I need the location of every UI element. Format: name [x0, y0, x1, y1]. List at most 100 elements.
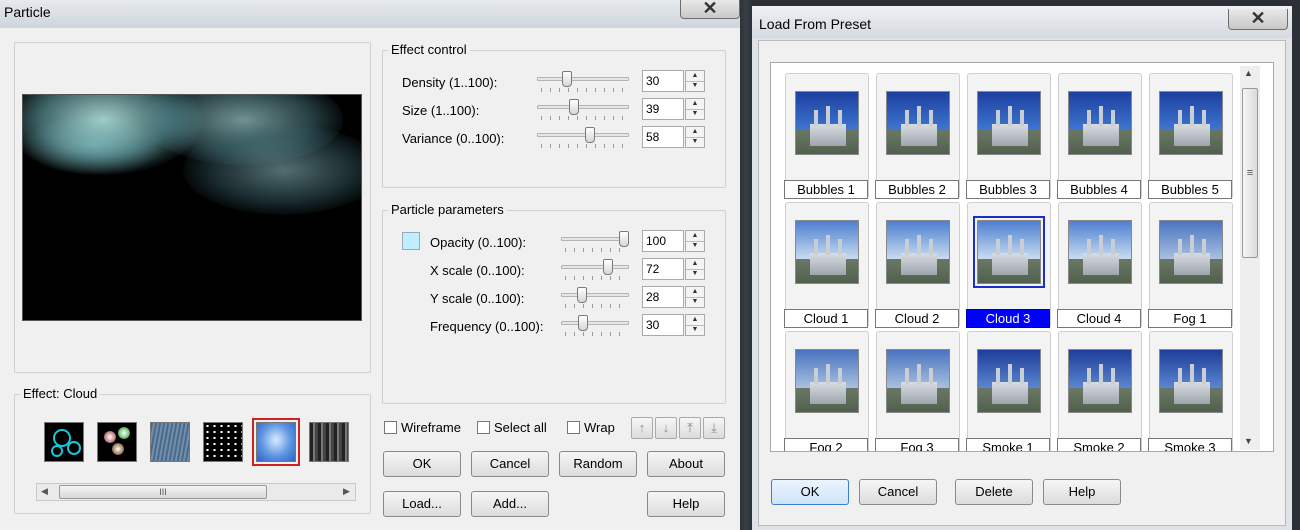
preset-thumbnail[interactable] — [886, 220, 950, 284]
cloud-icon[interactable] — [252, 418, 300, 466]
spin-down-icon[interactable]: ▼ — [686, 137, 704, 147]
effect-control-row-input[interactable]: 58 — [642, 126, 684, 148]
preset-thumbnail[interactable] — [886, 91, 950, 155]
particle-param-row-input[interactable]: 100 — [642, 230, 684, 252]
effect-control-row-spinner[interactable]: ▲ ▼ — [685, 98, 705, 120]
spin-down-icon[interactable]: ▼ — [686, 241, 704, 251]
particle-param-row-spinner[interactable]: ▲ ▼ — [685, 286, 705, 308]
preset-thumbnail[interactable] — [795, 220, 859, 284]
spin-down-icon[interactable]: ▼ — [686, 297, 704, 307]
scroll-thumb[interactable]: III — [59, 485, 267, 499]
select-all-checkbox[interactable] — [477, 421, 490, 434]
particle-param-row-track[interactable] — [561, 321, 629, 325]
particle-close-button[interactable]: ✕ — [680, 0, 740, 19]
preset-help-button[interactable]: Help — [1043, 479, 1121, 505]
preset-thumbnail[interactable] — [973, 216, 1045, 288]
preset-thumbnail[interactable] — [1159, 349, 1223, 413]
preset-cancel-button[interactable]: Cancel — [859, 479, 937, 505]
particle-param-row-spinner[interactable]: ▲ ▼ — [685, 230, 705, 252]
effect-control-row-track[interactable] — [537, 105, 629, 109]
move-bottom-icon[interactable]: ⤓ — [703, 417, 725, 439]
particle-param-row-slider-thumb[interactable] — [578, 315, 588, 331]
preset-label[interactable]: Fog 1 — [1148, 309, 1232, 328]
move-down-icon[interactable]: ↓ — [655, 417, 677, 439]
preset-label[interactable]: Fog 3 — [875, 438, 959, 451]
preset-thumbnail[interactable] — [1068, 91, 1132, 155]
particle-param-row-input[interactable]: 30 — [642, 314, 684, 336]
effect-control-row-input[interactable]: 30 — [642, 70, 684, 92]
scroll-right-icon[interactable]: ▶ — [343, 486, 350, 497]
preset-scrollbar[interactable]: ▲ ≡ ▼ — [1240, 66, 1260, 450]
preset-label[interactable]: Fog 2 — [784, 438, 868, 451]
effect-scrollbar[interactable]: ◀ III ▶ — [36, 483, 356, 501]
stars-icon[interactable] — [203, 422, 243, 462]
particle-param-row-spinner[interactable]: ▲ ▼ — [685, 258, 705, 280]
color-swatch[interactable] — [402, 232, 420, 250]
effect-control-row-slider-thumb[interactable] — [569, 99, 579, 115]
rain-icon[interactable] — [150, 422, 190, 462]
preset-label[interactable]: Bubbles 5 — [1148, 180, 1232, 199]
preset-list[interactable]: Bubbles 1 Bubbles 2 Bubbles 3 Bubbles 4 … — [770, 62, 1274, 452]
effect-control-row-slider-thumb[interactable] — [585, 127, 595, 143]
preset-thumbnail[interactable] — [795, 91, 859, 155]
particle-param-row-spinner[interactable]: ▲ ▼ — [685, 314, 705, 336]
effect-control-row-track[interactable] — [537, 133, 629, 137]
preset-label[interactable]: Smoke 3 — [1148, 438, 1232, 451]
particle-param-row-track[interactable] — [561, 293, 629, 297]
effect-control-row-slider-thumb[interactable] — [562, 71, 572, 87]
preset-thumbnail[interactable] — [795, 349, 859, 413]
preset-thumbnail[interactable] — [1159, 220, 1223, 284]
effect-control-row-track[interactable] — [537, 77, 629, 81]
preset-label[interactable]: Cloud 1 — [784, 309, 868, 328]
preset-label[interactable]: Cloud 3 — [966, 309, 1050, 328]
preset-delete-button[interactable]: Delete — [955, 479, 1033, 505]
preset-thumbnail[interactable] — [977, 91, 1041, 155]
particle-param-row-input[interactable]: 72 — [642, 258, 684, 280]
particle-titlebar[interactable]: Particle — [0, 0, 740, 28]
spin-down-icon[interactable]: ▼ — [686, 81, 704, 91]
bubbles-icon[interactable] — [44, 422, 84, 462]
particle-param-row-track[interactable] — [561, 265, 629, 269]
wrap-checkbox[interactable] — [567, 421, 580, 434]
move-up-icon[interactable]: ↑ — [631, 417, 653, 439]
preset-label[interactable]: Bubbles 2 — [875, 180, 959, 199]
preset-thumbnail[interactable] — [1068, 220, 1132, 284]
spin-down-icon[interactable]: ▼ — [686, 325, 704, 335]
preset-thumbnail[interactable] — [977, 349, 1041, 413]
sparkles-icon[interactable] — [97, 422, 137, 462]
particle-param-row-slider-thumb[interactable] — [577, 287, 587, 303]
help-button[interactable]: Help — [647, 491, 725, 517]
move-top-icon[interactable]: ⤒ — [679, 417, 701, 439]
add-button[interactable]: Add... — [471, 491, 549, 517]
preset-label[interactable]: Cloud 4 — [1057, 309, 1141, 328]
particle-param-row-slider-thumb[interactable] — [619, 231, 629, 247]
smoke-icon[interactable] — [309, 422, 349, 462]
preset-label[interactable]: Bubbles 3 — [966, 180, 1050, 199]
ok-button[interactable]: OK — [383, 451, 461, 477]
preset-thumbnail[interactable] — [1159, 91, 1223, 155]
preset-scroll-thumb[interactable]: ≡ — [1242, 88, 1258, 258]
particle-param-row-input[interactable]: 28 — [642, 286, 684, 308]
about-button[interactable]: About — [647, 451, 725, 477]
preset-label[interactable]: Bubbles 1 — [784, 180, 868, 199]
preset-label[interactable]: Cloud 2 — [875, 309, 959, 328]
preset-label[interactable]: Smoke 2 — [1057, 438, 1141, 451]
effect-control-row-input[interactable]: 39 — [642, 98, 684, 120]
effect-control-row-spinner[interactable]: ▲ ▼ — [685, 126, 705, 148]
wireframe-checkbox[interactable] — [384, 421, 397, 434]
preset-label[interactable]: Bubbles 4 — [1057, 180, 1141, 199]
scroll-up-icon[interactable]: ▲ — [1244, 68, 1253, 78]
cancel-button[interactable]: Cancel — [471, 451, 549, 477]
preset-thumbnail[interactable] — [1068, 349, 1132, 413]
scroll-left-icon[interactable]: ◀ — [41, 486, 48, 497]
scroll-down-icon[interactable]: ▼ — [1244, 436, 1253, 446]
particle-param-row-slider-thumb[interactable] — [603, 259, 613, 275]
spin-down-icon[interactable]: ▼ — [686, 269, 704, 279]
preset-ok-button[interactable]: OK — [771, 479, 849, 505]
preset-close-button[interactable]: ✕ — [1228, 9, 1288, 30]
random-button[interactable]: Random — [559, 451, 637, 477]
effect-control-row-spinner[interactable]: ▲ ▼ — [685, 70, 705, 92]
preset-titlebar[interactable]: Load From Preset — [752, 6, 1292, 38]
spin-down-icon[interactable]: ▼ — [686, 109, 704, 119]
load-button[interactable]: Load... — [383, 491, 461, 517]
